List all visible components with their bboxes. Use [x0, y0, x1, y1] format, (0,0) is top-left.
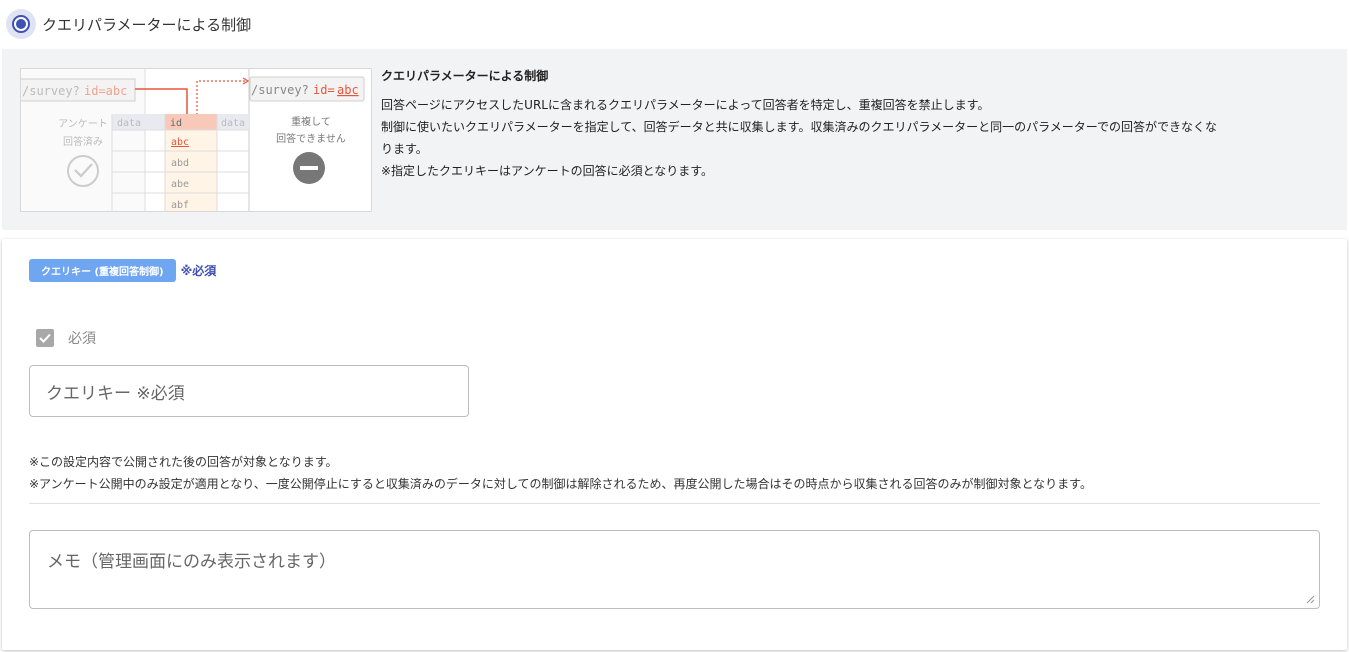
info-panel: /survey? id=abc アンケート 回答済み data id data [2, 49, 1347, 230]
info-line: 回答ページにアクセスしたURLに含まれるクエリパラメーターによって回答者を特定し… [381, 98, 990, 112]
url-right-path: /survey? [251, 83, 309, 97]
note-line: ※この設定内容で公開された後の回答が対象となります。 [29, 455, 338, 469]
col-id: id [170, 118, 182, 129]
table-row: abc [171, 137, 189, 148]
radio-selected-dot [16, 19, 26, 29]
left-caption-1: アンケート [58, 118, 108, 130]
blocked-caption-1: 重複して [291, 115, 331, 128]
illustration: /survey? id=abc アンケート 回答済み data id data [20, 68, 372, 212]
radio-ring [12, 15, 30, 33]
illustration-graphic: /survey? id=abc アンケート 回答済み data id data [21, 69, 365, 211]
note-line: ※アンケート公開中のみ設定が適用となり、一度公開停止にすると収集済みのデータに対… [29, 477, 1092, 491]
required-checkbox-label: 必須 [68, 331, 96, 347]
required-checkbox-row[interactable]: 必須 [36, 328, 96, 348]
resize-handle-icon[interactable] [1305, 594, 1315, 604]
check-icon [39, 333, 51, 343]
field-header: クエリキー (重複回答制御) ※必須 [29, 259, 216, 282]
info-title: クエリパラメーターによる制御 [381, 69, 549, 83]
info-line: ります。 [381, 142, 428, 156]
table-row: abf [171, 200, 189, 211]
settings-card: クエリキー (重複回答制御) ※必須 必須 クエリキー ※必須 ※この設定内容で… [2, 239, 1347, 650]
info-line: ※指定したクエリキーはアンケートの回答に必須となります。 [381, 164, 714, 178]
table-row: abd [171, 158, 189, 169]
required-mark: ※必須 [180, 264, 217, 278]
query-param-control-option[interactable]: クエリパラメーターによる制御 [6, 8, 251, 40]
info-text: クエリパラメーターによる制御 回答ページにアクセスしたURLに含まれるクエリパラ… [381, 67, 1331, 182]
query-key-tag: クエリキー (重複回答制御) [29, 259, 176, 282]
url-right-value: abc [337, 83, 359, 97]
url-right-id: id= [313, 83, 335, 97]
blocked-caption-2: 回答できません [276, 132, 346, 145]
table-row: abe [171, 179, 189, 190]
divider [29, 503, 1320, 504]
option-label[interactable]: クエリパラメーターによる制御 [42, 14, 251, 35]
notes: ※この設定内容で公開された後の回答が対象となります。 ※アンケート公開中のみ設定… [29, 451, 1092, 495]
memo-textarea[interactable]: メモ（管理画面にのみ表示されます） [29, 530, 1320, 609]
blocked-icon [293, 152, 325, 184]
left-caption-2: 回答済み [63, 135, 103, 148]
info-line: 制御に使いたいクエリパラメーターを指定して、回答データと共に収集します。収集済み… [381, 120, 1218, 134]
col-data-1: data [117, 118, 141, 129]
url-left-path: /survey? [22, 84, 80, 98]
col-data-2: data [221, 118, 245, 129]
radio-button[interactable] [6, 9, 36, 39]
url-left-query: id=abc [84, 84, 127, 98]
memo-placeholder: メモ（管理画面にのみ表示されます） [47, 552, 336, 572]
query-key-input[interactable]: クエリキー ※必須 [29, 365, 469, 417]
required-checkbox[interactable] [36, 329, 54, 347]
query-key-placeholder: クエリキー ※必須 [46, 383, 185, 404]
